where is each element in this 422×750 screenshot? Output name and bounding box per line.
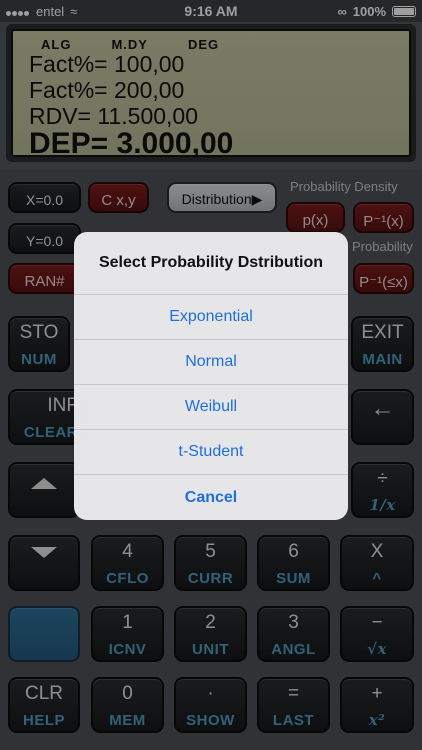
cancel-button[interactable]: Cancel [74, 475, 348, 520]
dialog-title: Select Probability Dstribution [74, 232, 348, 295]
distribution-dialog: Select Probability Dstribution Exponenti… [74, 232, 348, 520]
option-exponential[interactable]: Exponential [74, 295, 348, 340]
option-t-student[interactable]: t-Student [74, 430, 348, 475]
option-normal[interactable]: Normal [74, 340, 348, 385]
option-weibull[interactable]: Weibull [74, 385, 348, 430]
